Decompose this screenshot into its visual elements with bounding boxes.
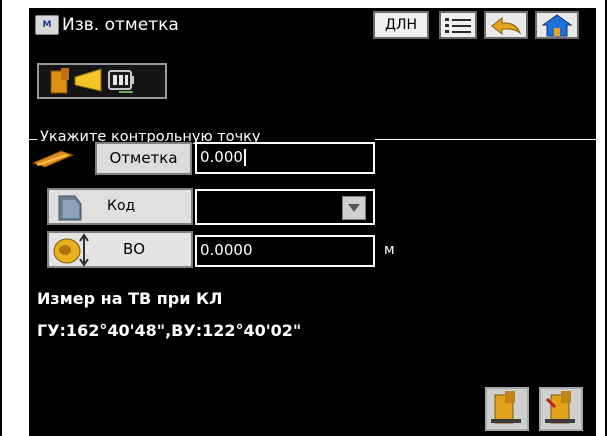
window-title: Изв. отметка [62,15,179,35]
backsight-icon [53,233,89,267]
title-bar: M Изв. отметка ДЛН [29,8,596,44]
home-icon [541,14,573,37]
level-rod-icon [31,150,75,168]
status-line-1: Измер на ТВ при КЛ [37,289,223,308]
device-frame: M Изв. отметка ДЛН Укажите контрольную т… [0,0,607,436]
measure-store-button[interactable] [539,387,583,431]
device-screen: M Изв. отметка ДЛН Укажите контрольную т… [29,8,596,436]
elevation-button[interactable]: Отметка [95,142,192,175]
app-icon[interactable]: M [35,15,59,35]
list-button[interactable] [439,11,477,39]
measure-store-icon [545,391,575,424]
group-border-left [29,139,37,140]
status-line-2: ГУ:162°40'48",ВУ:122°40'02" [37,321,302,340]
back-button[interactable] [484,11,528,39]
backsight-input[interactable]: 0.0000 [195,235,375,267]
measure-button[interactable] [485,387,529,431]
text-cursor [243,149,246,166]
elevation-input[interactable]: 0.000 [195,142,375,174]
back-arrow-icon [491,16,522,36]
list-icon [445,18,471,33]
backsight-button[interactable]: ВО [47,231,193,268]
home-button[interactable] [535,11,579,39]
measurement-mode-tab[interactable] [37,63,167,99]
backsight-button-label: ВО [123,240,146,258]
group-border-right [375,139,596,140]
chevron-down-icon [348,204,360,212]
elevation-value: 0.000 [200,148,243,166]
prism-mode-icon [50,68,134,94]
code-button[interactable]: Код [47,188,193,225]
dln-button[interactable]: ДЛН [373,11,429,39]
backsight-value: 0.0000 [200,241,253,259]
code-button-label: Код [107,198,136,214]
backsight-unit: м [384,242,395,258]
code-icon [58,195,82,221]
code-dropdown-button[interactable] [342,196,366,220]
measure-icon [491,391,521,424]
